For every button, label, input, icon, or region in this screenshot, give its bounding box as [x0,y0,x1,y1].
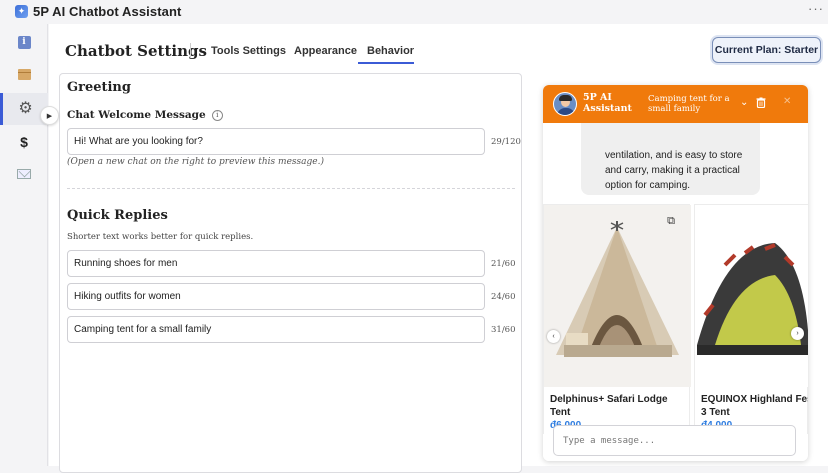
chevron-left-icon: ‹ [552,333,555,340]
assistant-name: 5P AI Assistant [583,92,632,114]
carousel-prev-button[interactable]: ‹ [547,330,560,343]
page-title: Chatbot Settings [65,42,207,60]
product-name-line: Tent [550,407,571,418]
title-divider [190,43,191,58]
behavior-settings-panel: Greeting Chat Welcome Message i Hi! What… [59,73,522,473]
quick-reply-counter: 24/60 [491,292,516,302]
sidebar: i ⚙ $ [0,24,48,466]
info-icon: i [17,35,31,49]
main-content: Chatbot Settings Tools Settings Appearan… [49,24,828,473]
close-icon[interactable]: ✕ [783,96,791,107]
assistant-message-bubble: ventilation, and is easy to store and ca… [581,113,760,195]
welcome-message-counter: 29/120 [491,137,521,147]
message-line: and carry, making it a practical [605,165,740,176]
quick-reply-input[interactable]: Running shoes for men [67,250,485,277]
welcome-message-label: Chat Welcome Message i [67,109,223,121]
message-line: option for camping. [605,180,691,191]
trash-icon[interactable] [756,97,766,111]
quick-replies-section-title: Quick Replies [67,208,168,223]
message-line: ventilation, and is easy to store [605,150,743,161]
quick-reply-input[interactable]: Hiking outfits for women [67,283,485,310]
tent-image [695,205,808,387]
more-options-icon[interactable]: ··· [808,1,824,16]
product-image: › [695,205,808,387]
product-name-line: Delphinus+ Safari Lodge [550,394,668,405]
dollar-icon: $ [20,134,28,150]
chat-message-input[interactable]: Type a message... [553,425,796,456]
chevron-right-icon: ▶ [46,112,53,120]
app-logo-icon: ✦ [15,4,28,18]
tab-appearance[interactable]: Appearance [294,45,357,57]
box-icon [17,68,31,80]
app-title: 5P AI Chatbot Assistant [33,3,182,19]
quick-reply-counter: 31/60 [491,325,516,335]
welcome-message-hint: (Open a new chat on the right to preview… [67,157,324,167]
tab-behavior[interactable]: Behavior [367,45,414,57]
active-tab-indicator [358,62,414,64]
chat-header: 5P AI Assistant Camping tent for a small… [543,85,808,123]
sidebar-item-billing[interactable]: $ [0,126,48,158]
current-plan-button[interactable]: Current Plan: Starter [712,37,821,63]
welcome-message-input[interactable]: Hi! What are you looking for? [67,128,485,155]
quick-reply-counter: 21/60 [491,259,516,269]
assistant-avatar [553,92,577,116]
product-name-line: 3 Tent [701,407,730,418]
carousel-next-button[interactable]: › [791,327,804,340]
greeting-section-title: Greeting [67,80,131,95]
info-icon[interactable]: i [211,109,223,121]
mail-icon [17,169,31,179]
chevron-down-icon[interactable]: ⌄ [740,97,748,108]
product-name: Delphinus+ Safari Lodge Tent [550,393,668,419]
tab-tools-settings[interactable]: Tools Settings [211,45,286,57]
sidebar-item-messages[interactable] [0,158,48,190]
sidebar-item-info[interactable]: i [0,26,48,58]
product-card[interactable]: › EQUINOX Highland Fes 3 Tent đ4,000 [694,204,808,439]
product-card[interactable]: ⧉ ‹ Delphinus+ Safari Lodge Tent đ6,000 [543,204,691,439]
external-link-icon[interactable]: ⧉ [663,213,679,229]
sidebar-collapse-button[interactable]: ▶ [40,106,59,125]
sidebar-item-products[interactable] [0,58,48,90]
tent-image [544,205,691,387]
gear-icon: ⚙ [18,100,33,117]
product-name: EQUINOX Highland Fes 3 Tent [701,393,808,419]
product-image: ⧉ ‹ [544,205,691,387]
chat-preview-widget: ventilation, and is easy to store and ca… [543,85,808,461]
chat-topic: Camping tent for a small family [648,94,730,114]
quick-replies-hint: Shorter text works better for quick repl… [67,232,254,242]
product-name-line: EQUINOX Highland Fes [701,394,808,405]
chevron-right-icon: › [796,330,799,337]
welcome-message-label-text: Chat Welcome Message [67,109,206,121]
quick-reply-input[interactable]: Camping tent for a small family [67,316,485,343]
title-bar: ✦ 5P AI Chatbot Assistant ··· [0,0,828,22]
section-divider [67,188,515,189]
